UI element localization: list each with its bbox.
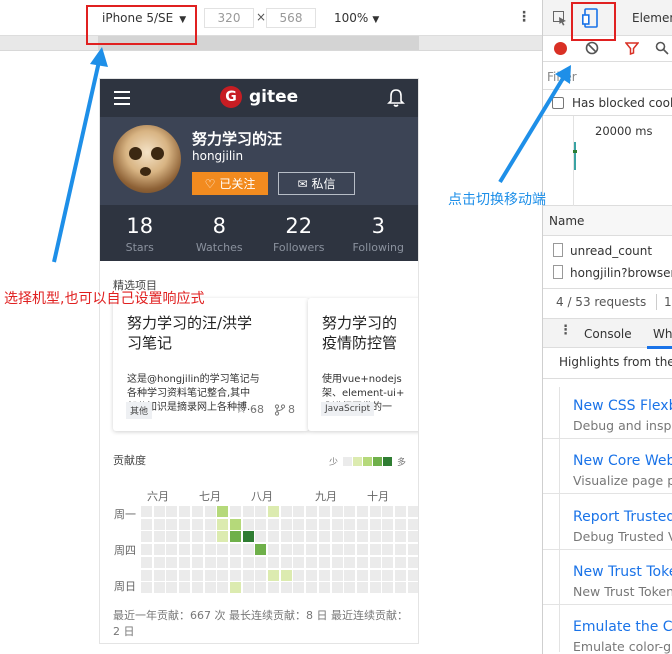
annotation-mobile-toggle: 点击切换移动端 xyxy=(448,192,546,208)
screenshot-root: iPhone 5/SE▼ 320 × 568 100%▼ ⋮ G gitee xyxy=(0,0,672,654)
annotation-arrows xyxy=(52,47,571,263)
annotation-device-select: 选择机型,也可以自己设置响应式 xyxy=(4,291,205,307)
